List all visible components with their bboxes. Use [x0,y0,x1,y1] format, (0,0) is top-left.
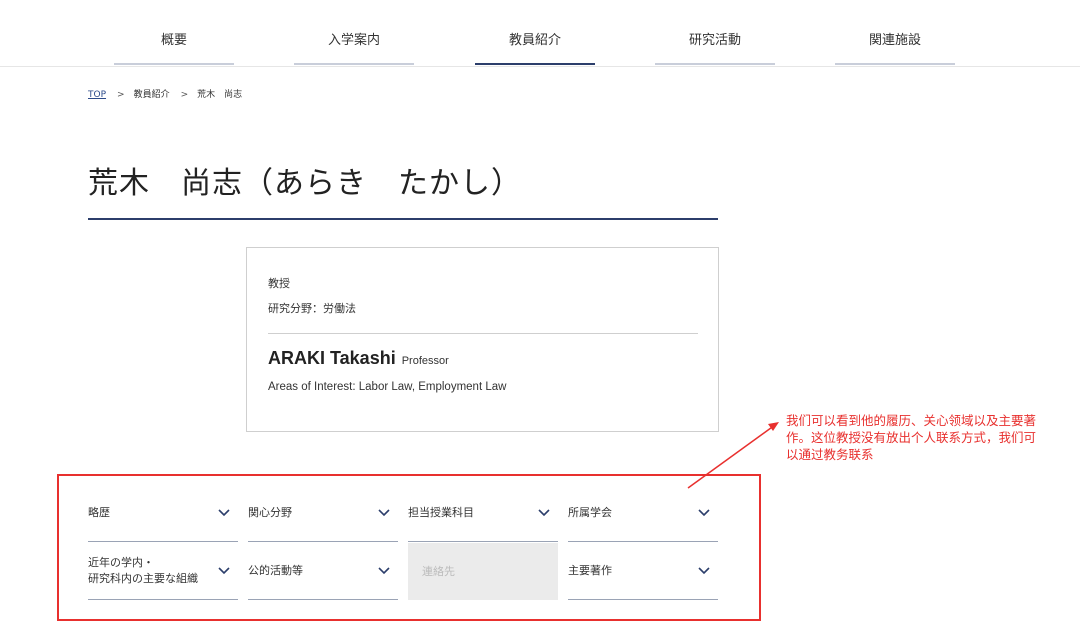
name-en-text: ARAKI Takashi [268,348,396,368]
breadcrumb: TOP > 教員紹介 > 荒木 尚志 [88,87,242,100]
section-label: 所属学会 [568,506,612,519]
title-en: Professor [401,355,449,367]
section-label-line1: 近年の学内・ [88,556,154,569]
breadcrumb-separator: > [117,90,125,100]
section-label: 近年の学内・研究科内の主要な組織 [88,555,198,587]
section-label: 担当授業科目 [408,506,474,519]
chevron-down-icon [378,509,390,517]
section-publications-button[interactable]: 主要著作 [568,543,718,600]
section-public-activities-button[interactable]: 公的活動等 [248,543,398,600]
chevron-down-icon [698,509,710,517]
page-title: 荒木 尚志（あらき たかし） [88,166,522,201]
nav-item-faculty[interactable]: 教員紹介 [475,0,595,66]
section-label-line2: 研究科内の主要な組織 [88,572,198,585]
chevron-down-icon [538,509,550,517]
section-contact-button: 連絡先 [408,543,558,600]
breadcrumb-faculty[interactable]: 教員紹介 [134,90,170,100]
section-label: 主要著作 [568,564,612,577]
section-societies-button[interactable]: 所属学会 [568,485,718,542]
areas-of-interest-en: Areas of Interest: Labor Law, Employment… [268,381,507,393]
chevron-down-icon [698,567,710,575]
section-label: 公的活動等 [248,564,303,577]
name-en: ARAKI Takashi Professor [268,348,449,369]
breadcrumb-top-link[interactable]: TOP [88,90,106,100]
nav-item-admissions[interactable]: 入学案内 [294,0,414,66]
section-label: 関心分野 [248,506,292,519]
title-divider [88,218,718,220]
section-label: 連絡先 [422,564,455,578]
section-courses-button[interactable]: 担当授業科目 [408,485,558,542]
profile-card: 教授 研究分野：労働法 ARAKI Takashi Professor Areas… [246,247,719,432]
chevron-down-icon [218,567,230,575]
breadcrumb-current: 荒木 尚志 [197,90,243,100]
chevron-down-icon [378,567,390,575]
top-navigation: 概要 入学案内 教員紹介 研究活動 関連施設 [0,0,1080,67]
section-career-button[interactable]: 略歴 [88,485,238,542]
research-field-jp: 研究分野：労働法 [268,302,356,315]
breadcrumb-separator: > [180,90,189,100]
nav-item-research[interactable]: 研究活動 [655,0,775,66]
section-organizations-button[interactable]: 近年の学内・研究科内の主要な組織 [88,543,238,600]
nav-item-facilities[interactable]: 関連施設 [835,0,955,66]
nav-item-overview[interactable]: 概要 [114,0,234,66]
annotation-note: 我们可以看到他的履历、关心领域以及主要著作。这位教授没有放出个人联系方式，我们可… [786,413,1037,462]
chevron-down-icon [218,509,230,517]
card-divider [268,333,698,334]
section-interests-button[interactable]: 関心分野 [248,485,398,542]
position-jp: 教授 [268,277,290,290]
section-label: 略歴 [88,506,110,519]
